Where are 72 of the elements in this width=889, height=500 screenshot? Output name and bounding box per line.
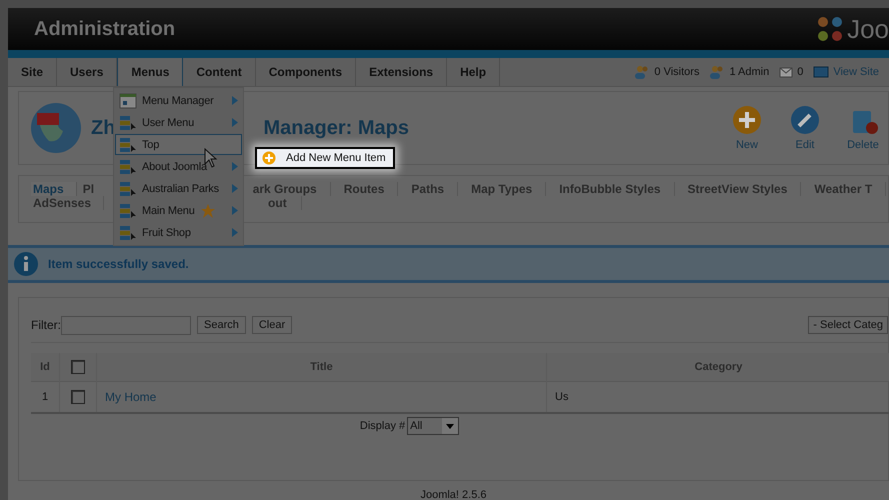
title-link[interactable]: My Home (105, 390, 156, 404)
envelope-icon (779, 66, 794, 78)
nav-menu-item[interactable]: Help (447, 58, 500, 86)
column-header[interactable]: Category (546, 353, 889, 381)
toolbar-button[interactable]: Edit (780, 105, 830, 151)
sub-tab[interactable]: out (254, 196, 302, 210)
status-text: 0 Visitors (654, 66, 700, 78)
checkbox[interactable] (71, 390, 85, 404)
dropdown-menu-item[interactable]: Top (115, 134, 242, 155)
clear-button[interactable]: Clear (252, 316, 292, 334)
status-text[interactable]: View Site (833, 66, 879, 78)
filter-label: Filter: (31, 318, 61, 332)
status-text: 1 Admin (729, 66, 770, 78)
dropdown-menu-item[interactable]: Menu Manager (115, 90, 242, 111)
submenu-arrow-icon (232, 206, 238, 215)
submenu-arrow-icon (232, 96, 238, 105)
toolbar-button[interactable]: Delete (838, 105, 888, 151)
users-icon (634, 65, 650, 79)
plus-icon (732, 105, 762, 135)
menu-icon (119, 114, 137, 130)
table-cell: Us (555, 390, 568, 403)
sub-tab[interactable]: Maps (31, 182, 77, 196)
menu-icon (119, 202, 137, 218)
plus-icon (262, 151, 276, 165)
message-text: Item successfully saved. (48, 257, 189, 271)
category-select[interactable]: - Select Categ (808, 316, 888, 334)
menu-icon (119, 158, 137, 174)
menu-manager-icon (119, 92, 137, 108)
submenu-arrow-icon (232, 118, 238, 127)
sub-tab[interactable]: AdSenses (31, 196, 104, 210)
dropdown-menu-item[interactable]: User Menu (115, 112, 242, 133)
header-title: Administration (34, 18, 176, 40)
page-title: Manager: Maps (263, 116, 410, 140)
nav-menu-item[interactable]: Extensions (356, 58, 448, 86)
monitor-icon (813, 66, 830, 78)
add-menu-item-popup[interactable]: Add New Menu Item (255, 147, 395, 169)
nav-menu-item[interactable]: Content (183, 58, 256, 86)
info-icon (14, 252, 38, 276)
search-button[interactable]: Search (197, 316, 246, 334)
submenu-arrow-icon (232, 184, 238, 193)
nav-menu-item[interactable]: Components (256, 58, 356, 86)
menu-icon (119, 180, 137, 196)
pencil-icon (790, 105, 820, 135)
submenu-arrow-icon (232, 162, 238, 171)
display-select[interactable]: All (407, 417, 460, 435)
sub-tab[interactable]: Routes (330, 182, 398, 196)
menu-icon (119, 136, 137, 152)
sub-tab[interactable]: Weather T (801, 182, 886, 196)
dropdown-menu-item[interactable]: About Joomla (115, 156, 242, 177)
submenu-arrow-icon (232, 228, 238, 237)
sub-tab[interactable]: StreetView Styles (674, 182, 802, 196)
logo-text: Joo (847, 14, 889, 44)
display-label: Display # (360, 420, 406, 432)
nav-menu-item[interactable]: Site (8, 58, 58, 86)
dropdown-menu-item[interactable]: Fruit Shop (115, 222, 242, 243)
checkbox[interactable] (71, 360, 85, 374)
sub-tab[interactable]: InfoBubble Styles (546, 182, 675, 196)
status-text: 0 (797, 66, 804, 78)
star-icon (200, 202, 216, 218)
footer-text: Joomla! 2.5.6 (419, 489, 488, 500)
sub-tab[interactable]: Paths (398, 182, 458, 196)
dropdown-menu-item[interactable]: Australian Parks (115, 178, 242, 199)
filter-field[interactable] (61, 316, 191, 334)
globe-icon (29, 101, 83, 155)
table-cell: 1 (42, 390, 48, 403)
column-header: Id (31, 353, 60, 381)
sub-tab[interactable]: Map Types (458, 182, 546, 196)
menu-icon (119, 224, 137, 240)
users-icon (709, 65, 726, 79)
toolbar-button[interactable]: New (722, 105, 772, 151)
nav-menu-item[interactable]: Menus (117, 58, 184, 86)
dropdown-menu-item[interactable]: Main Menu (115, 200, 242, 221)
